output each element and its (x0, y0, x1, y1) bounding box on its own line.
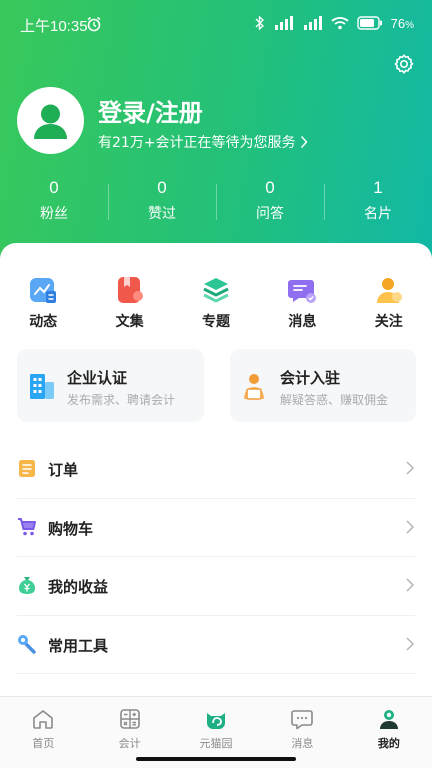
signal-icon (303, 16, 322, 30)
trend-chart-icon (30, 278, 57, 303)
avatar[interactable] (17, 87, 84, 154)
login-subtitle[interactable]: 有21万+会计正在等待为您服务 (98, 132, 308, 152)
quick-action-label: 动态 (29, 314, 58, 330)
menu-item-label: 我的收益 (48, 578, 109, 596)
stat-label: 赞过 (148, 206, 176, 222)
tab-label: 消息 (291, 737, 314, 750)
order-icon (19, 460, 35, 477)
gear-icon[interactable] (392, 52, 416, 76)
stat-fans[interactable]: 0 粉丝 (0, 178, 108, 226)
chevron-right-icon (406, 636, 415, 651)
enterprise-cert-card[interactable]: 企业认证 发布需求、聘请会计 (17, 349, 204, 422)
status-indicators: 76% (255, 15, 414, 31)
quick-action-messages[interactable]: 消息 (259, 275, 345, 331)
quick-action-label: 关注 (374, 314, 403, 330)
money-bag-icon (19, 577, 35, 594)
stat-label: 粉丝 (40, 206, 68, 222)
cart-icon (18, 517, 36, 535)
tab-me[interactable]: 我的 (346, 697, 432, 768)
quick-action-following[interactable]: 关注 (346, 275, 432, 331)
chevron-right-icon (406, 461, 415, 475)
book-icon (117, 277, 143, 303)
status-bar: 上午10:35 76% (0, 0, 432, 48)
menu-item-label: 购物车 (48, 519, 94, 538)
status-time: 上午10:35 (20, 18, 88, 35)
accountant-join-card[interactable]: 会计入驻 解疑答惑、赚取佣金 (230, 349, 416, 422)
menu-item-label: 常用工具 (48, 636, 109, 655)
wifi-icon (331, 17, 349, 30)
menu-item-tools[interactable]: 常用工具 (17, 616, 415, 674)
menu-item-cart[interactable]: 购物车 (17, 499, 415, 557)
chat-icon (291, 710, 314, 730)
login-register-title[interactable]: 登录/注册 (98, 93, 203, 128)
chevron-right-icon (406, 519, 415, 534)
menu-list: 订单 购物车 我的收益 常用工具 (0, 440, 432, 674)
quick-action-label: 消息 (288, 314, 317, 330)
profile-icon (379, 710, 398, 729)
layers-icon (203, 278, 229, 303)
person-icon (376, 278, 402, 303)
wrench-icon (18, 634, 36, 654)
quick-action-dynamics[interactable]: 动态 (0, 275, 86, 331)
stat-value: 0 (265, 178, 275, 197)
stat-value: 0 (49, 178, 59, 197)
tab-label: 元猫园 (199, 737, 233, 750)
signal-hd-icon (274, 16, 293, 30)
menu-item-label: 订单 (48, 461, 79, 479)
calculator-icon (119, 709, 140, 729)
login-subtitle-text: 有21万+会计正在等待为您服务 (98, 135, 296, 151)
quick-action-topics[interactable]: 专题 (173, 275, 259, 331)
menu-item-earnings[interactable]: 我的收益 (17, 557, 415, 616)
quick-action-label: 专题 (201, 314, 230, 330)
quick-action-collections[interactable]: 文集 (86, 275, 172, 331)
promo-subtitle: 发布需求、聘请会计 (67, 393, 176, 407)
tab-label: 我的 (377, 737, 400, 750)
chevron-right-icon (406, 578, 415, 592)
stat-label: 问答 (256, 206, 284, 222)
quick-actions: 动态 文集 专题 消息 关注 (0, 275, 432, 331)
stat-label: 名片 (364, 206, 392, 222)
stat-value: 0 (157, 178, 167, 197)
stats-row: 0 粉丝 0 赞过 0 问答 1 名片 (0, 178, 432, 226)
home-icon (33, 710, 54, 729)
battery-icon (356, 16, 382, 30)
tab-label: 会计 (118, 737, 141, 750)
promo-title: 会计入驻 (280, 369, 341, 387)
message-icon (288, 280, 317, 303)
promo-title: 企业认证 (67, 369, 128, 387)
stat-likes[interactable]: 0 赞过 (108, 178, 216, 226)
stat-value: 1 (373, 178, 383, 197)
default-avatar-icon (34, 104, 67, 139)
tab-home[interactable]: 首页 (0, 697, 86, 768)
alarm-icon (87, 16, 101, 32)
bluetooth-icon (255, 15, 264, 31)
stat-cards[interactable]: 1 名片 (324, 178, 432, 226)
home-indicator (136, 757, 296, 761)
stat-qa[interactable]: 0 问答 (216, 178, 324, 226)
building-icon (30, 374, 54, 399)
chevron-right-icon (300, 135, 308, 149)
accountant-icon (244, 374, 264, 400)
menu-item-orders[interactable]: 订单 (17, 440, 415, 499)
promo-subtitle: 解疑答惑、赚取佣金 (280, 393, 389, 407)
cat-park-icon (207, 713, 226, 729)
battery-percent: 76% (390, 15, 414, 31)
quick-action-label: 文集 (115, 314, 144, 330)
tab-label: 首页 (32, 737, 55, 750)
